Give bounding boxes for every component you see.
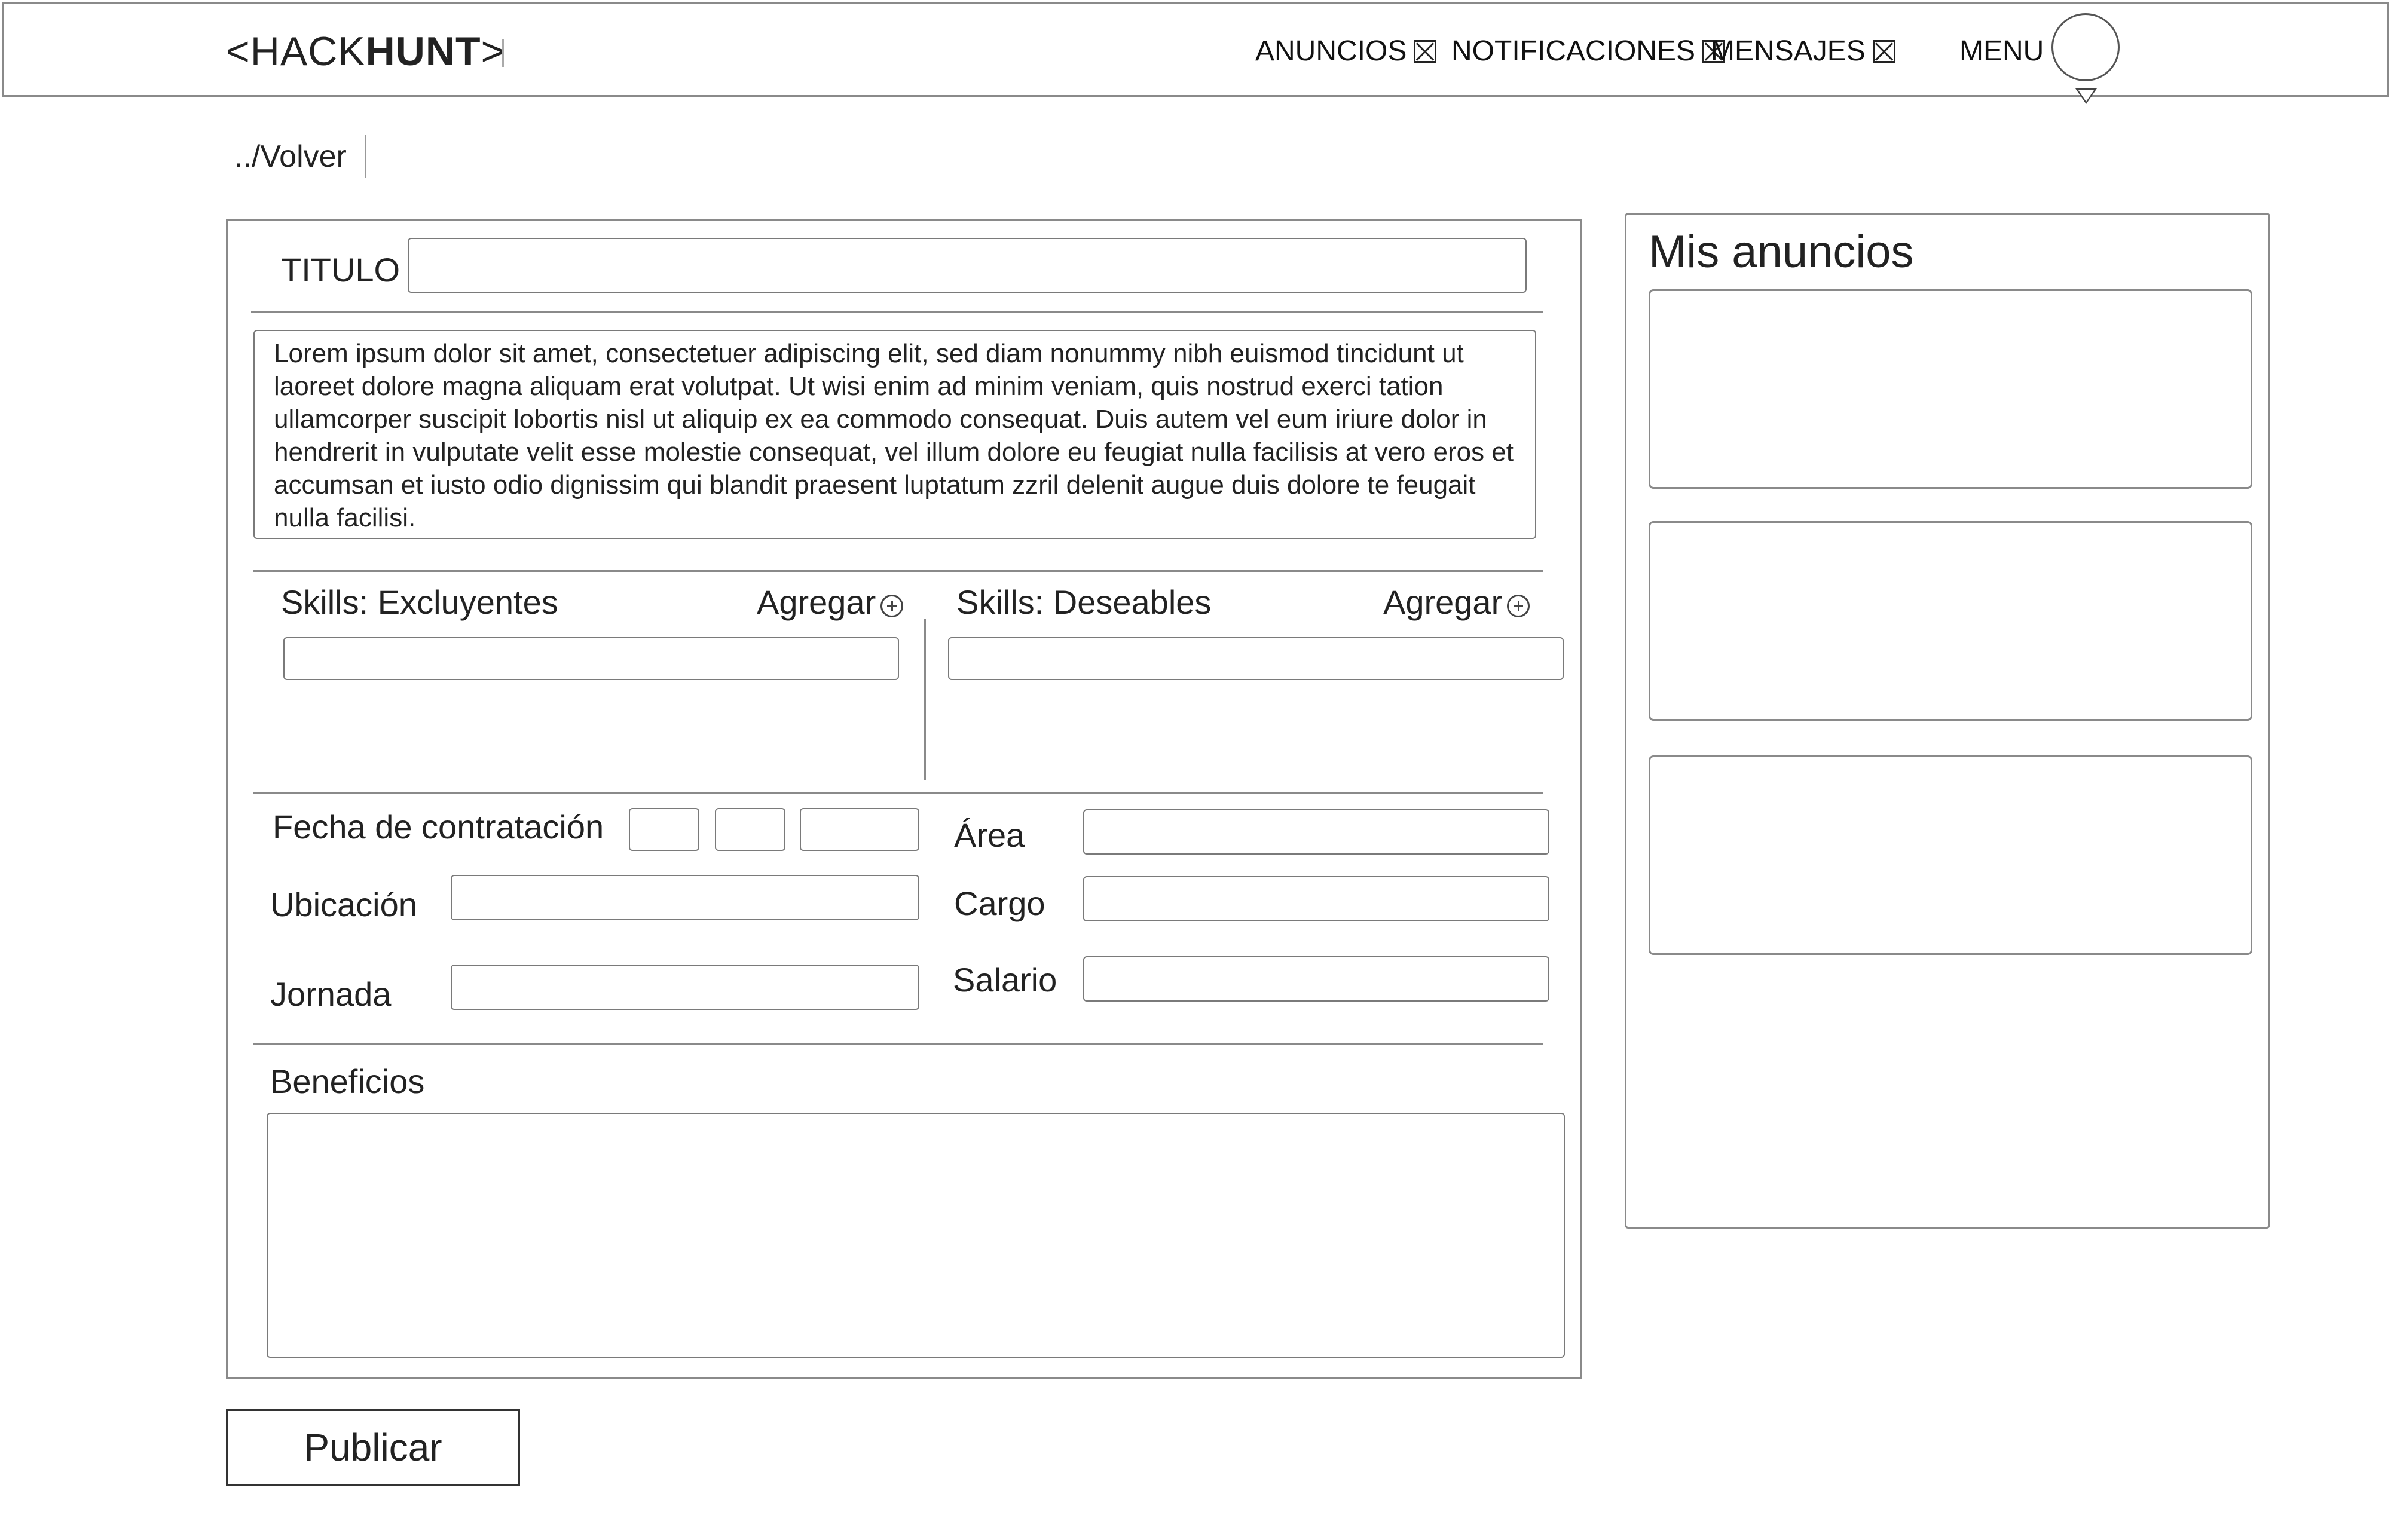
salary-input[interactable] xyxy=(1083,956,1549,1002)
plus-circle-icon xyxy=(1507,595,1530,617)
add-label: Agregar xyxy=(1383,583,1503,621)
salary-label: Salario xyxy=(953,961,1057,999)
skills-desired-input[interactable] xyxy=(948,637,1564,680)
skills-required-input[interactable] xyxy=(283,637,899,680)
x-box-icon xyxy=(1414,40,1437,63)
nav-menu[interactable]: MENU xyxy=(1959,37,2044,66)
benefits-textarea[interactable] xyxy=(267,1113,1565,1358)
app-logo[interactable]: <HACKHUNT> xyxy=(226,31,505,72)
divider xyxy=(253,792,1543,794)
area-label: Área xyxy=(954,816,1025,854)
add-label: Agregar xyxy=(757,583,876,621)
nav-mensajes[interactable]: MENSAJES xyxy=(1711,37,1895,66)
nav-notificaciones-label: NOTIFICACIONES xyxy=(1451,35,1696,67)
nav-anuncios[interactable]: ANUNCIOS xyxy=(1255,35,1437,67)
nav-notificaciones[interactable]: NOTIFICACIONES xyxy=(1451,35,1726,67)
avatar-circle-icon[interactable] xyxy=(2051,13,2120,81)
position-input[interactable] xyxy=(1083,876,1549,921)
x-box-icon xyxy=(1872,40,1895,63)
nav-menu-label: MENU xyxy=(1959,35,2044,67)
hire-date-label: Fecha de contratación xyxy=(273,808,604,846)
ad-card[interactable] xyxy=(1649,755,2252,955)
divider xyxy=(251,311,1543,313)
skills-desired-label: Skills: Deseables xyxy=(956,583,1212,621)
skills-divider xyxy=(924,619,926,780)
ad-card[interactable] xyxy=(1649,521,2252,721)
nav-mensajes-label: MENSAJES xyxy=(1711,35,1866,67)
location-input[interactable] xyxy=(451,875,919,920)
ad-card[interactable] xyxy=(1649,289,2252,489)
benefits-label: Beneficios xyxy=(270,1063,425,1100)
back-divider xyxy=(365,135,366,178)
title-label: TITULO xyxy=(281,251,400,289)
workday-input[interactable] xyxy=(451,965,919,1010)
skills-required-add-button[interactable]: Agregar xyxy=(757,583,904,621)
divider xyxy=(253,1043,1543,1045)
position-label: Cargo xyxy=(954,884,1045,922)
location-label: Ubicación xyxy=(270,886,417,923)
description-textarea[interactable]: Lorem ipsum dolor sit amet, consectetuer… xyxy=(253,330,1536,539)
hire-date-month-input[interactable] xyxy=(715,808,785,851)
publish-button[interactable]: Publicar xyxy=(226,1409,520,1486)
plus-circle-icon xyxy=(880,595,904,617)
logo-hunt: HUNT xyxy=(365,29,481,74)
logo-hack: HACK xyxy=(250,29,366,74)
divider xyxy=(253,570,1543,572)
skills-desired-add-button[interactable]: Agregar xyxy=(1383,586,1530,619)
hire-date-year-input[interactable] xyxy=(800,808,919,851)
back-link[interactable]: ../Volver xyxy=(234,141,347,172)
area-input[interactable] xyxy=(1083,809,1549,855)
title-input[interactable] xyxy=(408,238,1527,293)
skills-required-label: Skills: Excluyentes xyxy=(281,583,558,621)
hire-date-day-input[interactable] xyxy=(629,808,699,851)
workday-label: Jornada xyxy=(270,975,392,1013)
my-ads-title: Mis anuncios xyxy=(1649,226,1914,277)
logo-open-bracket: < xyxy=(226,29,250,74)
nav-anuncios-label: ANUNCIOS xyxy=(1255,35,1407,67)
triangle-down-icon[interactable] xyxy=(2075,88,2097,104)
logo-divider xyxy=(502,39,504,67)
